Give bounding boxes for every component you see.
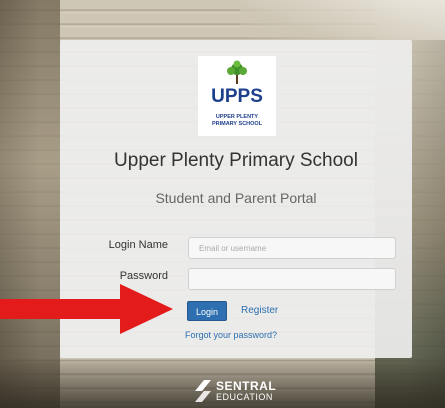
sentral-logo: SENTRAL EDUCATION — [185, 376, 295, 406]
logo-word: UPPS — [211, 86, 263, 107]
logo-subtitle-line1: UPPER PLENTY — [215, 114, 259, 120]
background-roof — [240, 0, 445, 40]
portal-title: Student and Parent Portal — [155, 190, 317, 206]
login-name-input[interactable] — [188, 237, 396, 259]
login-name-label: Login Name — [108, 239, 168, 251]
background-shade-left — [0, 0, 60, 408]
sentral-brand-name: SENTRAL — [216, 379, 277, 393]
tree-icon — [227, 60, 247, 84]
sentral-mark-icon — [195, 380, 211, 402]
register-link[interactable]: Register — [241, 305, 278, 316]
password-label: Password — [119, 270, 168, 282]
logo-wordmark: UPPS — [204, 84, 270, 112]
logo-subtitle: UPPER PLENTY PRIMARY SCHOOL — [198, 114, 276, 128]
sentral-brand-sub: EDUCATION — [216, 392, 273, 402]
login-button[interactable]: Login — [187, 301, 227, 321]
school-name: Upper Plenty Primary School — [114, 150, 358, 171]
red-arrow-icon — [0, 284, 173, 334]
school-logo: UPPS UPPER PLENTY PRIMARY SCHOOL — [198, 56, 276, 136]
forgot-password-link[interactable]: Forgot your password? — [185, 330, 277, 340]
logo-subtitle-line2: PRIMARY SCHOOL — [211, 121, 263, 127]
password-input[interactable] — [188, 268, 396, 290]
